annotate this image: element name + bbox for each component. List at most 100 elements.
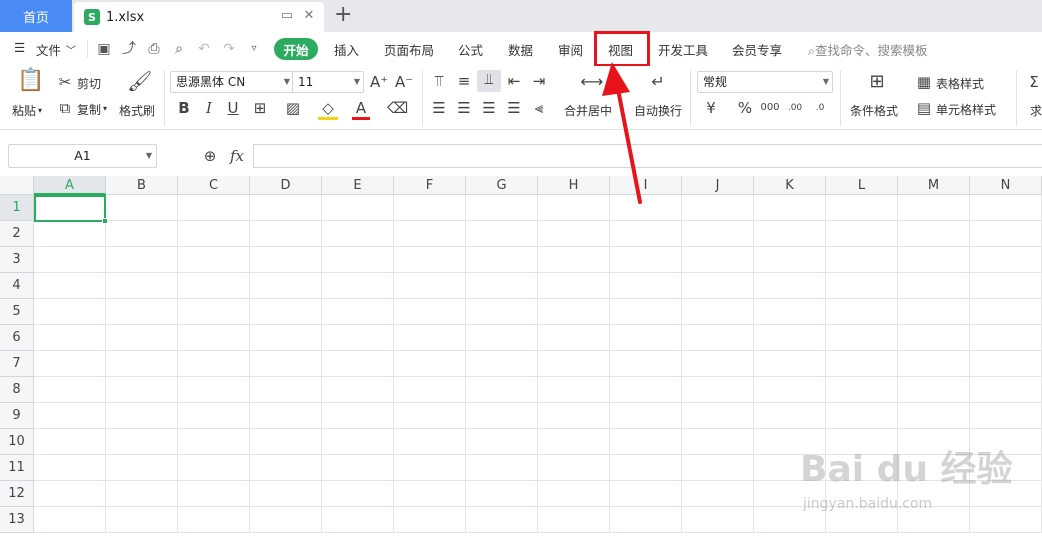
cell-e4[interactable] <box>322 273 394 299</box>
cell-n7[interactable] <box>970 351 1042 377</box>
tab-review[interactable]: 审阅 <box>558 40 583 59</box>
cell-j13[interactable] <box>682 507 754 533</box>
cell-c13[interactable] <box>178 507 250 533</box>
cell-f11[interactable] <box>394 455 466 481</box>
cell-m7[interactable] <box>898 351 970 377</box>
cell-f7[interactable] <box>394 351 466 377</box>
cell-h12[interactable] <box>538 481 610 507</box>
row-header-2[interactable]: 2 <box>0 221 34 247</box>
cell-k1[interactable] <box>754 195 826 221</box>
cell-f2[interactable] <box>394 221 466 247</box>
cell-h3[interactable] <box>538 247 610 273</box>
cell-n4[interactable] <box>970 273 1042 299</box>
cell-d13[interactable] <box>250 507 322 533</box>
decrease-indent-icon[interactable]: ⇤ <box>505 72 523 90</box>
command-search[interactable]: ⌕查找命令、搜索模板 <box>808 40 928 59</box>
cell-l3[interactable] <box>826 247 898 273</box>
cell-b9[interactable] <box>106 403 178 429</box>
cell-h10[interactable] <box>538 429 610 455</box>
cell-c4[interactable] <box>178 273 250 299</box>
row-header-5[interactable]: 5 <box>0 299 34 325</box>
sum-button[interactable]: 求 <box>1030 102 1042 119</box>
cell-d9[interactable] <box>250 403 322 429</box>
justify-icon[interactable]: ☰ <box>505 99 523 117</box>
clear-format-icon[interactable]: ⌫ <box>387 99 408 117</box>
cell-e8[interactable] <box>322 377 394 403</box>
align-right-icon[interactable]: ☰ <box>480 99 498 117</box>
italic-icon[interactable]: I <box>201 99 217 117</box>
cell-b2[interactable] <box>106 221 178 247</box>
cell-j11[interactable] <box>682 455 754 481</box>
cell-l6[interactable] <box>826 325 898 351</box>
cell-h8[interactable] <box>538 377 610 403</box>
decrease-decimal-icon[interactable]: .0 <box>810 99 830 117</box>
cell-a5[interactable] <box>34 299 106 325</box>
quick-access-chevron-down-icon[interactable]: ▿ <box>246 41 262 57</box>
print-preview-icon[interactable]: ⌕ <box>171 41 187 57</box>
cell-h5[interactable] <box>538 299 610 325</box>
tab-start[interactable]: 开始 <box>274 38 318 60</box>
cell-n3[interactable] <box>970 247 1042 273</box>
column-header-c[interactable]: C <box>178 176 250 195</box>
cell-c3[interactable] <box>178 247 250 273</box>
cell-e9[interactable] <box>322 403 394 429</box>
scissors-icon[interactable]: ✂ <box>56 73 74 91</box>
row-header-4[interactable]: 4 <box>0 273 34 299</box>
cell-f13[interactable] <box>394 507 466 533</box>
row-header-6[interactable]: 6 <box>0 325 34 351</box>
column-header-a[interactable]: A <box>34 176 106 195</box>
percent-icon[interactable]: % <box>736 99 754 117</box>
cell-style-button[interactable]: 单元格样式 <box>936 101 996 118</box>
table-style-button[interactable]: 表格样式 <box>936 75 984 92</box>
column-header-f[interactable]: F <box>394 176 466 195</box>
formula-input[interactable] <box>253 144 1042 168</box>
cell-d5[interactable] <box>250 299 322 325</box>
undo-icon[interactable]: ↶ <box>196 41 212 57</box>
align-bottom-icon[interactable]: ⫫ <box>477 70 501 92</box>
cell-g7[interactable] <box>466 351 538 377</box>
cell-d3[interactable] <box>250 247 322 273</box>
paste-button[interactable]: 粘贴 <box>12 102 36 119</box>
merge-center-button[interactable]: 合并居中 <box>564 102 612 119</box>
cell-g4[interactable] <box>466 273 538 299</box>
cell-n9[interactable] <box>970 403 1042 429</box>
font-name-select[interactable]: 思源黑体 CN ▼ <box>170 71 294 93</box>
cell-c8[interactable] <box>178 377 250 403</box>
window-restore-icon[interactable]: ▭ <box>280 9 294 23</box>
table-style-icon[interactable]: ▦ <box>915 73 933 91</box>
increase-indent-icon[interactable]: ⇥ <box>530 72 548 90</box>
cell-g12[interactable] <box>466 481 538 507</box>
row-header-13[interactable]: 13 <box>0 507 34 533</box>
save-icon[interactable]: ▣ <box>96 41 112 57</box>
cell-g5[interactable] <box>466 299 538 325</box>
wrap-text-icon[interactable]: ↵ <box>646 73 670 91</box>
row-header-1[interactable]: 1 <box>0 195 34 221</box>
fill-handle[interactable] <box>102 218 108 224</box>
copy-chevron-down-icon[interactable]: ▾ <box>103 104 107 113</box>
cell-i11[interactable] <box>610 455 682 481</box>
cell-i4[interactable] <box>610 273 682 299</box>
column-header-j[interactable]: J <box>682 176 754 195</box>
cell-b13[interactable] <box>106 507 178 533</box>
cell-i13[interactable] <box>610 507 682 533</box>
file-menu-chevron-down-icon[interactable]: ﹀ <box>66 42 76 57</box>
cell-l5[interactable] <box>826 299 898 325</box>
cell-d1[interactable] <box>250 195 322 221</box>
cell-n13[interactable] <box>970 507 1042 533</box>
cell-a7[interactable] <box>34 351 106 377</box>
tab-formulas[interactable]: 公式 <box>458 40 483 59</box>
cell-h13[interactable] <box>538 507 610 533</box>
cell-b4[interactable] <box>106 273 178 299</box>
cell-m5[interactable] <box>898 299 970 325</box>
cell-f4[interactable] <box>394 273 466 299</box>
cut-button[interactable]: 剪切 <box>77 75 101 92</box>
cell-h4[interactable] <box>538 273 610 299</box>
cell-c9[interactable] <box>178 403 250 429</box>
cell-a4[interactable] <box>34 273 106 299</box>
cell-f8[interactable] <box>394 377 466 403</box>
cell-k8[interactable] <box>754 377 826 403</box>
function-fx-icon[interactable]: fx <box>228 147 246 165</box>
cell-n2[interactable] <box>970 221 1042 247</box>
cell-c5[interactable] <box>178 299 250 325</box>
cell-h7[interactable] <box>538 351 610 377</box>
